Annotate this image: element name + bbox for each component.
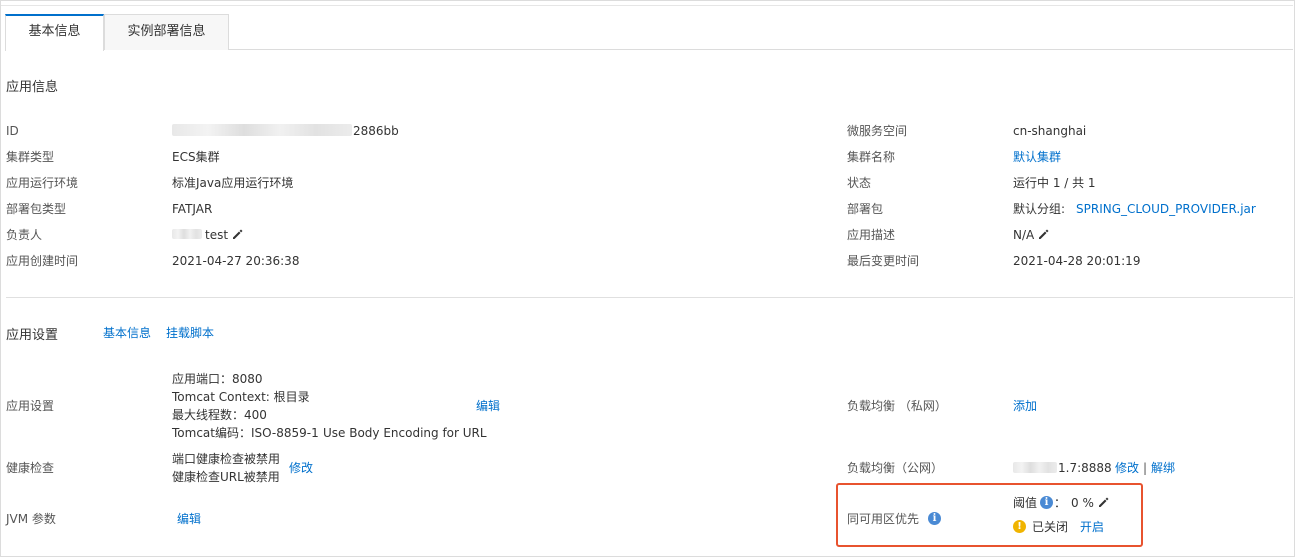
runtime-env-label: 应用运行环境 [6,176,79,190]
tab-instance-deploy-info[interactable]: 实例部署信息 [104,14,229,50]
threshold-value: 0 % [1071,496,1094,510]
section-divider [6,297,1293,298]
same-zone-status: 已关闭 [1032,520,1069,534]
lb-public-unbind-link[interactable]: 解绑 [1151,460,1175,476]
cluster-name-link[interactable]: 默认集群 [1013,149,1061,165]
status-value: 运行中 1 / 共 1 [1013,176,1096,190]
edit-threshold-icon[interactable] [1097,496,1109,508]
last-modified-label: 最后变更时间 [847,254,920,268]
edit-owner-icon[interactable] [231,228,243,240]
status-label: 状态 [847,176,872,190]
threshold-wrap: 0 % [1071,495,1109,511]
package-type-label: 部署包类型 [6,202,67,216]
namespace-label: 微服务空间 [847,124,908,138]
lb-private-label: 负载均衡 （私网） [847,399,947,413]
top-divider [1,5,1293,6]
lb-public-value: 1.7:8888 [1058,461,1112,475]
lb-public-separator: | [1143,461,1148,475]
app-desc-wrap: N/A [1013,227,1049,243]
edit-desc-icon[interactable] [1037,228,1049,240]
app-info-title: 应用信息 [6,80,59,95]
app-settings-title: 应用设置 [6,328,59,343]
setting-max-threads: 最大线程数：400 [172,408,267,422]
package-group: 默认分组: [1013,202,1066,216]
threshold-colon: ： [1054,496,1067,510]
same-zone-label: 同可用区优先 [847,512,920,526]
owner-label: 负责人 [6,228,43,242]
id-value: 2886bb [353,124,399,138]
cluster-type-label: 集群类型 [6,150,55,164]
package-file-link[interactable]: SPRING_CLOUD_PROVIDER.jar [1076,201,1256,217]
id-redacted [172,124,352,136]
id-label: ID [6,124,19,138]
setting-body-encoding: Use Body Encoding for URL [323,426,487,440]
health-url-disabled: 健康检查URL被禁用 [172,470,280,484]
tab-bar: 基本信息 实例部署信息 [5,14,1293,51]
created-time-value: 2021-04-27 20:36:38 [172,254,300,268]
app-desc-value: N/A [1013,228,1035,242]
health-modify-link[interactable]: 修改 [289,460,313,476]
last-modified-value: 2021-04-28 20:01:19 [1013,254,1141,268]
edit-settings-link[interactable]: 编辑 [476,398,500,414]
cluster-name-label: 集群名称 [847,150,896,164]
settings-row-label: 应用设置 [6,399,55,413]
same-zone-info-icon[interactable]: i [928,512,941,525]
lb-public-modify-link[interactable]: 修改 [1115,460,1139,476]
lb-public-redacted [1013,462,1057,473]
runtime-env-value: 标准Java应用运行环境 [172,176,294,190]
owner-value-wrap: test [205,227,243,243]
owner-value: test [205,228,229,242]
threshold-info-icon[interactable]: i [1040,496,1053,509]
namespace-value: cn-shanghai [1013,124,1087,138]
same-zone-enable-link[interactable]: 开启 [1080,519,1104,535]
jvm-edit-link[interactable]: 编辑 [177,511,201,527]
owner-redacted [172,229,202,239]
health-port-disabled: 端口健康检查被禁用 [172,452,281,466]
threshold-label: 阈值 [1013,496,1038,510]
lb-public-label: 负载均衡（公网） [847,461,944,475]
mount-script-link[interactable]: 挂载脚本 [166,325,214,341]
package-type-value: FATJAR [172,202,213,216]
jvm-params-label: JVM 参数 [6,512,56,526]
setting-port: 应用端口：8080 [172,372,263,386]
app-desc-label: 应用描述 [847,228,896,242]
package-label: 部署包 [847,202,884,216]
tab-basic-info[interactable]: 基本信息 [5,14,104,51]
created-time-label: 应用创建时间 [6,254,79,268]
lb-private-add-link[interactable]: 添加 [1013,398,1037,414]
warning-icon: ! [1013,520,1026,533]
cluster-type-value: ECS集群 [172,150,220,164]
setting-tomcat-context: Tomcat Context: 根目录 [172,390,310,404]
basic-info-link[interactable]: 基本信息 [103,325,151,341]
health-check-label: 健康检查 [6,461,55,475]
setting-tomcat-encoding: Tomcat编码：ISO-8859-1 [172,426,319,440]
